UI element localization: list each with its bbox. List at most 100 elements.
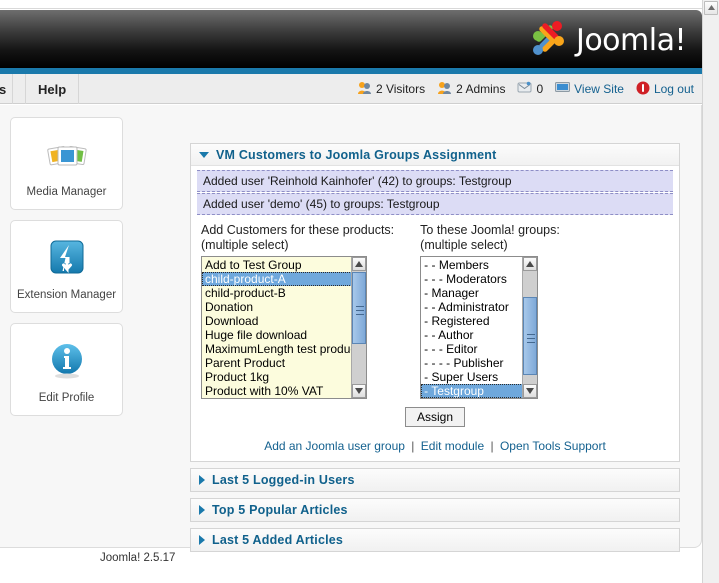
list-item[interactable]: - - Author — [421, 328, 537, 342]
monitor-icon — [555, 81, 570, 97]
scroll-up-icon[interactable] — [704, 1, 718, 15]
list-item[interactable]: Donation — [202, 300, 366, 314]
status-group: 2 Visitors 2 Admins — [357, 74, 694, 104]
list-item[interactable]: - Super Users — [421, 370, 537, 384]
sidebar-item-label: Extension Manager — [17, 289, 116, 301]
assignment-panel-header[interactable]: VM Customers to Joomla Groups Assignment — [191, 144, 679, 166]
last-logged-in-users-header[interactable]: Last 5 Logged-in Users — [191, 469, 679, 491]
admin-content: Media Manager — [0, 105, 702, 548]
scrollbar-thumb[interactable] — [352, 272, 366, 344]
list-item[interactable]: Parent Product — [202, 356, 366, 370]
list-item[interactable]: - Manager — [421, 286, 537, 300]
scroll-down-icon[interactable] — [352, 384, 366, 398]
products-column: Add Customers for these products: (multi… — [201, 223, 394, 399]
dashboard-panels: VM Customers to Joomla Groups Assignment… — [190, 143, 680, 558]
message-icon — [517, 81, 532, 97]
menu-item-help[interactable]: Help — [25, 74, 79, 104]
sidebar-item-media-manager[interactable]: Media Manager — [10, 117, 123, 210]
edit-module-link[interactable]: Edit module — [421, 439, 484, 453]
assign-row: Assign — [197, 407, 673, 427]
products-label-line2: (multiple select) — [201, 238, 394, 253]
joomla-logo: Joomla! — [529, 19, 686, 62]
list-item[interactable]: - - - Moderators — [421, 272, 537, 286]
link-separator: | — [411, 439, 414, 453]
last-added-articles-panel: Last 5 Added Articles — [190, 528, 680, 552]
chevron-right-icon[interactable] — [199, 535, 205, 545]
admin-menu-bar: s Help 2 Visitors — [0, 74, 702, 104]
list-item[interactable]: Add to Test Group — [202, 258, 366, 272]
view-site-link[interactable]: View Site — [555, 81, 624, 97]
assignment-links: Add an Joomla user group | Edit module |… — [197, 439, 673, 453]
status-visitors[interactable]: 2 Visitors — [357, 81, 425, 98]
add-joomla-user-group-link[interactable]: Add an Joomla user group — [264, 439, 405, 453]
chevron-down-icon[interactable] — [199, 152, 209, 158]
status-message: Added user 'demo' (45) to groups: Testgr… — [197, 193, 673, 215]
joomla-admin-screen: Joomla! s Help 2 Visitors — [0, 0, 719, 583]
users-icon — [357, 81, 372, 98]
list-item[interactable]: Product with 10% VAT — [202, 384, 366, 398]
list-item[interactable]: - Registered — [421, 314, 537, 328]
admin-header: Joomla! — [0, 10, 702, 68]
joomla-wordmark: Joomla! — [576, 26, 686, 56]
top-popular-articles-header[interactable]: Top 5 Popular Articles — [191, 499, 679, 521]
panel-title: Top 5 Popular Articles — [212, 503, 348, 517]
scroll-up-icon[interactable] — [352, 257, 366, 271]
power-icon — [636, 81, 650, 98]
list-item[interactable]: Huge file download — [202, 328, 366, 342]
list-item[interactable]: Download — [202, 314, 366, 328]
sidebar-item-label: Media Manager — [27, 186, 107, 198]
products-scrollbar[interactable] — [351, 257, 366, 398]
assign-button[interactable]: Assign — [405, 407, 465, 427]
products-label: Add Customers for these products: (multi… — [201, 223, 394, 253]
list-item[interactable]: child-product-B — [202, 286, 366, 300]
top-popular-articles-panel: Top 5 Popular Articles — [190, 498, 680, 522]
status-messages-count: 0 — [536, 82, 543, 96]
scrollbar-thumb[interactable] — [523, 297, 537, 375]
footer-version: Joomla! 2.5.17 — [0, 552, 702, 564]
view-site-label: View Site — [574, 82, 624, 96]
groups-scrollbar[interactable] — [522, 257, 537, 398]
status-admins-label: 2 Admins — [456, 82, 505, 96]
open-tools-support-link[interactable]: Open Tools Support — [500, 439, 606, 453]
groups-label: To these Joomla! groups: (multiple selec… — [420, 223, 560, 253]
assignment-panel-body: Added user 'Reinhold Kainhofer' (42) to … — [191, 166, 679, 461]
quick-icons-sidebar: Media Manager — [10, 117, 123, 426]
status-messages[interactable]: 0 — [517, 81, 543, 97]
status-message: Added user 'Reinhold Kainhofer' (42) to … — [197, 170, 673, 192]
users-icon — [437, 81, 452, 98]
list-item[interactable]: - - Administrator — [421, 300, 537, 314]
list-item[interactable]: Product 1kg — [202, 370, 366, 384]
groups-label-line1: To these Joomla! groups: — [420, 223, 560, 238]
list-item[interactable]: - - - Editor — [421, 342, 537, 356]
groups-listbox[interactable]: - - Members - - - Moderators - Manager -… — [420, 256, 538, 399]
last-added-articles-header[interactable]: Last 5 Added Articles — [191, 529, 679, 551]
assignment-columns: Add Customers for these products: (multi… — [197, 223, 673, 399]
list-item[interactable]: child-product-A — [202, 272, 366, 286]
products-listbox[interactable]: Add to Test Group child-product-A child-… — [201, 256, 367, 399]
assignment-panel: VM Customers to Joomla Groups Assignment… — [190, 143, 680, 462]
sidebar-item-edit-profile[interactable]: Edit Profile — [10, 323, 123, 416]
panel-title: Last 5 Added Articles — [212, 533, 343, 547]
list-item[interactable]: - Testgroup — [421, 384, 537, 398]
list-item[interactable]: - - Members — [421, 258, 537, 272]
scroll-down-icon[interactable] — [523, 384, 537, 398]
log-out-link[interactable]: Log out — [636, 81, 694, 98]
link-separator: | — [490, 439, 493, 453]
status-visitors-label: 2 Visitors — [376, 82, 425, 96]
list-item[interactable]: - - - - Publisher — [421, 356, 537, 370]
page-scrollbar[interactable] — [702, 0, 719, 583]
list-item[interactable]: MaximumLength test product — [202, 342, 366, 356]
sidebar-item-extension-manager[interactable]: Extension Manager — [10, 220, 123, 313]
groups-column: To these Joomla! groups: (multiple selec… — [420, 223, 560, 399]
groups-list: - - Members - - - Moderators - Manager -… — [421, 257, 537, 398]
menu-item-partial[interactable]: s — [0, 74, 13, 104]
joomla-logo-icon — [529, 19, 569, 62]
status-admins[interactable]: 2 Admins — [437, 81, 505, 98]
assignment-panel-title: VM Customers to Joomla Groups Assignment — [216, 148, 497, 162]
chevron-right-icon[interactable] — [199, 505, 205, 515]
products-label-line1: Add Customers for these products: — [201, 223, 394, 238]
chevron-right-icon[interactable] — [199, 475, 205, 485]
sidebar-item-label: Edit Profile — [39, 392, 95, 404]
scroll-up-icon[interactable] — [523, 257, 537, 271]
last-logged-in-users-panel: Last 5 Logged-in Users — [190, 468, 680, 492]
